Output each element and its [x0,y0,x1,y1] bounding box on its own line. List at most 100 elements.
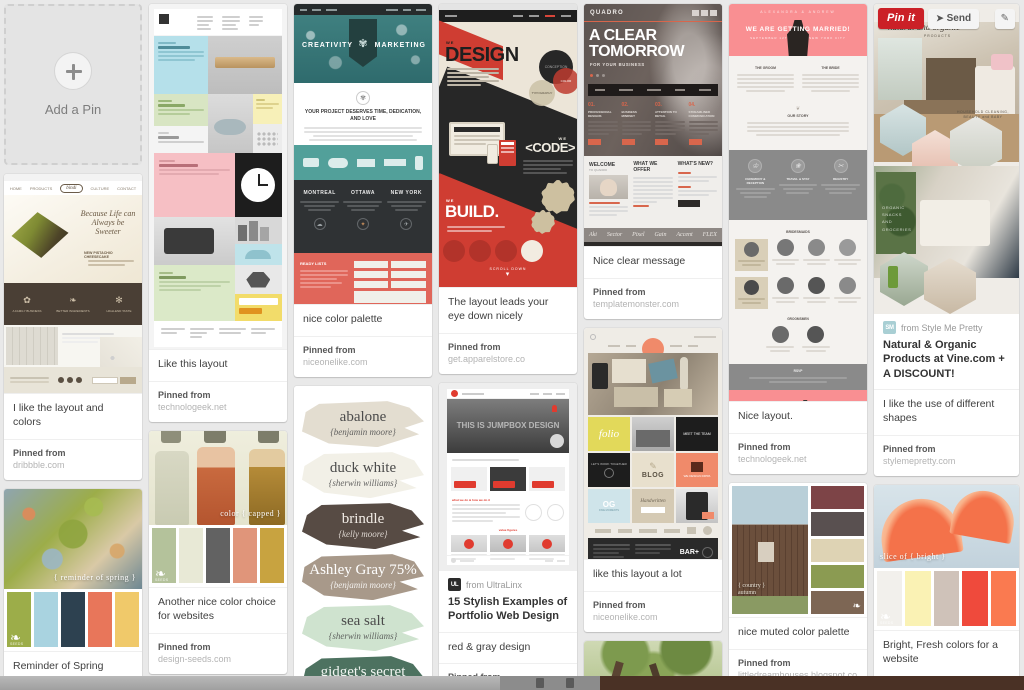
edit-pin-button[interactable]: ✎ [994,8,1015,29]
organic-caption: HOUSEHOLD CLEANING, BEAUTY and BABY [956,110,1010,120]
pin-card[interactable]: ✾ CREATIVITY MARKETING ✾ YOUR PROJECT DE… [294,4,432,378]
creativity-headline: YOUR PROJECT DESERVES TIME, DEDICATION, … [304,109,422,122]
board-column-3: ✾ CREATIVITY MARKETING ✾ YOUR PROJECT DE… [294,4,432,676]
pin-card[interactable]: HOME PRODUCTS bindi CULTURE CONTACT Becaus… [4,174,142,480]
add-a-pin-tile[interactable]: Add a Pin [4,4,142,165]
marketing-label: MARKETING [374,42,426,49]
pin-image-muted-palette[interactable]: { country } autumn ❧ [729,483,867,618]
pin-source[interactable]: Pinned from get.apparelstore.co [439,332,577,374]
pin-image-caption: slice of { bright } [880,551,946,561]
pin-source[interactable]: Pinned from technologeek.net [149,380,287,422]
pin-image-paisley[interactable]: { reminder of spring } [4,489,142,589]
pin-image-wedding[interactable]: ALEXANDRA & ANDREW WE ARE GETTING MARRIE… [729,4,867,401]
pin-image-folio[interactable]: folio MEET THE TEAM LET'S WORK TOGETHER … [584,328,722,560]
send-button[interactable]: ➤ Send [928,8,980,29]
pin-source-domain[interactable]: stylemepretty.com [883,456,955,466]
pin-it-button[interactable]: Pin it [878,8,925,29]
pin-note: nice color palette [294,304,432,336]
pin-image-organic[interactable]: natural and organic PRODUCTS HOUSEHOLD C… [874,4,1019,314]
mock-logo-icon [159,14,169,24]
pin-card[interactable] [584,641,722,676]
pin-source[interactable]: Pinned from templatemonster.com [584,277,722,319]
pin-image-paint-swatches[interactable]: abalone {benjamin moore} duck white {she… [294,386,432,676]
pin-image-bindi[interactable]: HOME PRODUCTS bindi CULTURE CONTACT Becaus… [4,174,142,393]
pin-card[interactable]: { reminder of spring } ❧ SEEDS Reminder … [4,489,142,676]
pin-source-domain[interactable]: niceonelike.com [593,612,658,622]
pin-card[interactable]: abalone {benjamin moore} duck white {she… [294,386,432,676]
pin-card[interactable]: Like this layout Pinned from technologee… [149,4,287,423]
add-a-pin-label: Add a Pin [44,102,102,117]
desktop-icon[interactable] [536,678,544,688]
pin-card[interactable]: { country } autumn ❧ nice muted color pal… [729,483,867,676]
pin-card[interactable]: THIS IS JUMPBOX DESIGN what we do & how … [439,383,577,676]
creativity-label: CREATIVITY [302,42,354,49]
pinned-from-label: Pinned from [738,658,791,668]
paint-swatch: sea salt {sherwin williams} [302,605,424,652]
quadro-headline: A CLEAR TOMORROW [589,27,685,60]
wedding-headline: WE ARE GETTING MARRIED! [745,26,851,33]
palette-swatch [811,538,864,562]
pin-attribution[interactable]: SM from Style Me Pretty [874,314,1019,336]
pin-card[interactable]: color { capped } ❧ SEEDS Another nice co… [149,431,287,675]
pinterest-board[interactable]: Add a Pin HOME PRODUCTS bindi CULTURE CONT… [0,0,1024,676]
pin-note: I like the use of different shapes [874,388,1019,435]
taskbar[interactable] [0,676,500,690]
pin-image-jumpbox[interactable]: THIS IS JUMPBOX DESIGN what we do & how … [439,383,577,571]
board-column-5: QUADRO A CLEAR TOMORROW FOR YOUR BUSINES… [584,4,722,676]
city-label: MONTREAL [303,190,336,196]
pin-image-caption: { reminder of spring } [53,573,136,582]
pin-source-domain[interactable]: get.apparelstore.co [448,354,525,364]
pin-source[interactable]: Pinned from technologeek.net [729,432,867,474]
quadro-offer: WHAT WE OFFER [633,161,658,173]
pin-image-grapefruit[interactable]: slice of { bright } [874,484,1019,568]
pin-source-domain[interactable]: dribbble.com [13,460,65,470]
paint-swatch: Ashley Gray 75% {benjamin moore} [302,554,424,601]
palette-swatch [34,592,58,647]
ultralinx-favicon-icon: UL [448,578,461,591]
pin-source-domain[interactable]: design-seeds.com [158,654,231,664]
palette-swatch: ❧ [811,590,864,615]
pin-attribution-site[interactable]: from UltraLinx [466,580,522,590]
pin-card[interactable]: slice of { bright } ❧ SEEDS Bright, Fres… [874,484,1019,676]
pin-source[interactable]: Pinned from niceonelike.com [294,335,432,377]
pin-image-quadro[interactable]: QUADRO A CLEAR TOMORROW FOR YOUR BUSINES… [584,4,722,246]
pin-source-domain[interactable]: technologeek.net [738,454,807,464]
quadro-col-number: 04. [688,102,696,108]
pin-source[interactable]: Pinned from niceonelike.com [584,591,722,632]
pin-card[interactable]: folio MEET THE TEAM LET'S WORK TOGETHER … [584,328,722,633]
pin-note: Another nice color choice for websites [149,587,287,633]
pin-card[interactable]: QUADRO A CLEAR TOMORROW FOR YOUR BUSINES… [584,4,722,320]
pin-source-domain[interactable]: niceonelike.com [303,357,368,367]
pin-source[interactable]: Pinned from dribbble.com [4,438,142,480]
design-seeds-label: SEEDS [880,620,894,625]
board-column-4: WE DESIGN CONCEPTION COLOR TYPOGRAPHY WE… [439,4,577,676]
pin-note: like this layout a lot [584,559,722,591]
pin-card[interactable]: Pin it ➤ Send ✎ natural and organic PROD… [874,4,1019,476]
pin-image-creativity[interactable]: ✾ CREATIVITY MARKETING ✾ YOUR PROJECT DE… [294,4,432,304]
pin-image-design-code-build[interactable]: WE DESIGN CONCEPTION COLOR TYPOGRAPHY WE… [439,4,577,287]
palette-swatch [61,592,85,647]
paint-swatch: brindle {kelly moore} [302,503,424,550]
pin-source-domain[interactable]: templatemonster.com [593,299,679,309]
build-title: BUILD. [445,202,499,221]
pin-note: I like the layout and colors [4,393,142,439]
pin-card[interactable]: WE DESIGN CONCEPTION COLOR TYPOGRAPHY WE… [439,4,577,374]
desktop-icon[interactable] [566,678,574,688]
pin-attribution-site[interactable]: from Style Me Pretty [901,323,983,333]
pin-image-tree[interactable] [584,641,722,676]
color-palette-strip: ❧ SEEDS [149,525,287,588]
pinned-from-label: Pinned from [738,441,791,452]
pin-attribution[interactable]: UL from UltraLinx [439,571,577,593]
pin-source-domain[interactable]: technologeek.net [158,402,227,412]
city-label: NEW YORK [390,190,423,196]
pin-card[interactable]: ALEXANDRA & ANDREW WE ARE GETTING MARRIE… [729,4,867,475]
pin-image-grid-layout[interactable] [149,4,287,349]
design-seeds-leaf-icon: ❧ [852,601,861,613]
pin-source[interactable]: Pinned from littledreamhouses.blogspot.c… [729,649,867,676]
pin-source[interactable]: Pinned from theultralinx.com [439,663,577,676]
pin-source[interactable]: Pinned from design-seeds.com [149,632,287,674]
design-seeds-label: SEEDS [10,642,24,646]
pin-image-bottles[interactable]: color { capped } [149,431,287,526]
pin-hover-actions[interactable]: Pin it ➤ Send ✎ [878,8,1015,29]
pin-source[interactable]: Pinned from stylemepretty.com [874,434,1019,476]
